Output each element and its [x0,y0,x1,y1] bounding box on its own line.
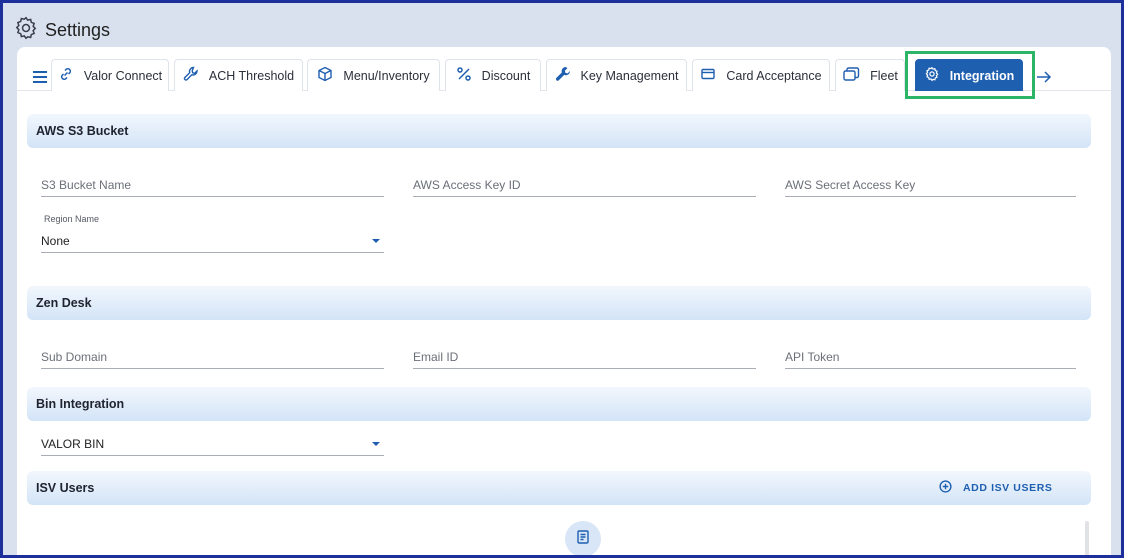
app-frame: Settings Valor Connect ACH Threshold Men… [0,0,1124,558]
bin-value: VALOR BIN [41,436,105,451]
link-icon [58,66,74,85]
caret-down-icon [372,441,380,446]
section-isv-users: ISV Users ADD ISV USERS [27,471,1091,505]
arrow-right-icon[interactable] [1035,68,1053,91]
page-title: Settings [45,19,111,40]
bin-select[interactable]: VALOR BIN [41,432,384,456]
tab-label: Fleet [870,68,898,83]
cards-stack-icon [842,66,860,85]
tab-ach-threshold[interactable]: ACH Threshold [174,59,303,91]
tab-card-acceptance[interactable]: Card Acceptance [692,59,830,91]
gear-icon [13,15,39,46]
api-token-input[interactable] [785,350,1076,364]
tab-label: Valor Connect [83,68,163,83]
sub-domain-field[interactable] [41,343,384,369]
sub-domain-input[interactable] [41,350,384,364]
email-field[interactable] [413,343,756,369]
tab-discount[interactable]: Discount [445,59,541,91]
section-bin-integration: Bin Integration [27,387,1091,421]
add-circle-icon [939,480,952,496]
wrench-filled-icon [555,66,571,85]
box-icon [317,66,333,85]
aws-secret-key-field[interactable] [785,171,1076,197]
wrench-icon [183,66,199,85]
tab-label: Integration [949,68,1015,83]
document-icon [575,529,591,550]
tab-key-management[interactable]: Key Management [546,59,687,91]
region-label: Region Name [44,214,100,224]
tab-label: Card Acceptance [726,68,822,83]
section-zendesk: Zen Desk [27,286,1091,320]
percent-icon [456,66,472,85]
region-value: None [41,233,70,248]
email-input[interactable] [413,350,756,364]
add-isv-users-label: ADD ISV USERS [963,482,1053,494]
menu-icon[interactable] [33,70,47,88]
header: Settings [13,15,110,45]
tab-fleet[interactable]: Fleet [835,59,905,91]
section-title: ISV Users [36,481,95,495]
aws-access-key-field[interactable] [413,171,756,197]
tab-valor-connect[interactable]: Valor Connect [51,59,169,91]
api-token-field[interactable] [785,343,1076,369]
settings-panel: Valor Connect ACH Threshold Menu/Invento… [17,47,1111,555]
tab-label: ACH Threshold [208,68,295,83]
section-title: AWS S3 Bucket [36,124,129,138]
document-button[interactable] [565,521,601,555]
tab-label: Discount [481,68,531,83]
section-title: Bin Integration [36,397,125,411]
section-aws-s3: AWS S3 Bucket [27,114,1091,148]
s3-bucket-name-field[interactable] [41,171,384,197]
aws-access-key-input[interactable] [413,178,756,192]
card-icon [700,66,716,85]
region-select[interactable]: None [41,229,384,253]
add-isv-users-button[interactable]: ADD ISV USERS [939,480,1052,496]
gear-icon [924,66,940,85]
tab-label: Menu/Inventory [343,68,430,83]
tab-menu-inventory[interactable]: Menu/Inventory [307,59,440,91]
s3-bucket-name-input[interactable] [41,178,384,192]
tab-bar: Valor Connect ACH Threshold Menu/Invento… [17,51,1111,99]
tab-integration[interactable]: Integration [915,59,1023,91]
tab-label: Key Management [580,68,679,83]
aws-secret-key-input[interactable] [785,178,1076,192]
section-title: Zen Desk [36,296,92,310]
vertical-scrollbar[interactable] [1085,521,1089,555]
caret-down-icon [372,238,380,243]
